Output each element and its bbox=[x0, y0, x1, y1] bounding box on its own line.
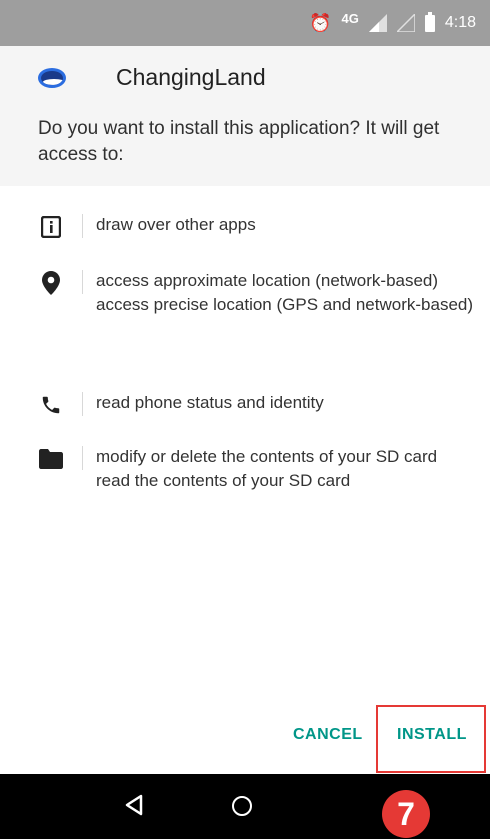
permission-text: access approximate location (network-bas… bbox=[96, 270, 476, 318]
phone-icon bbox=[38, 392, 64, 418]
permission-line: modify or delete the contents of your SD… bbox=[96, 447, 438, 466]
location-icon bbox=[38, 270, 64, 296]
info-icon bbox=[38, 214, 64, 240]
divider bbox=[82, 214, 83, 238]
back-icon[interactable] bbox=[124, 794, 144, 816]
signal-icon bbox=[368, 14, 387, 32]
clock: 4:18 bbox=[444, 14, 476, 31]
app-logo-icon bbox=[38, 67, 66, 88]
signal-icon bbox=[396, 14, 415, 32]
step-badge: 7 bbox=[382, 790, 430, 838]
divider bbox=[82, 270, 83, 294]
status-bar: ⏰ 4G 4:18 bbox=[0, 0, 490, 46]
app-name: ChangingLand bbox=[116, 64, 266, 90]
permission-text: draw over other apps bbox=[96, 214, 476, 238]
permission-line: draw over other apps bbox=[96, 215, 256, 234]
permission-text: modify or delete the contents of your SD… bbox=[96, 446, 476, 494]
permission-text: read phone status and identity bbox=[96, 392, 476, 416]
permission-line: access approximate location (network-bas… bbox=[96, 271, 439, 290]
install-header: ChangingLand Do you want to install this… bbox=[0, 46, 490, 186]
divider bbox=[82, 446, 83, 470]
cancel-button[interactable]: CANCEL bbox=[293, 726, 363, 744]
permission-line: read phone status and identity bbox=[96, 393, 324, 412]
permission-line: access precise location (GPS and network… bbox=[96, 295, 474, 314]
alarm-icon: ⏰ bbox=[309, 12, 332, 33]
network-type: 4G bbox=[341, 10, 359, 26]
home-icon[interactable] bbox=[232, 796, 252, 816]
folder-icon bbox=[38, 446, 64, 472]
install-highlight-box bbox=[376, 705, 486, 773]
install-question: Do you want to install this application?… bbox=[38, 118, 440, 165]
permission-line: read the contents of your SD card bbox=[96, 471, 351, 490]
divider bbox=[82, 392, 83, 416]
battery-icon bbox=[424, 11, 435, 32]
app-title-row: ChangingLand bbox=[38, 64, 266, 91]
